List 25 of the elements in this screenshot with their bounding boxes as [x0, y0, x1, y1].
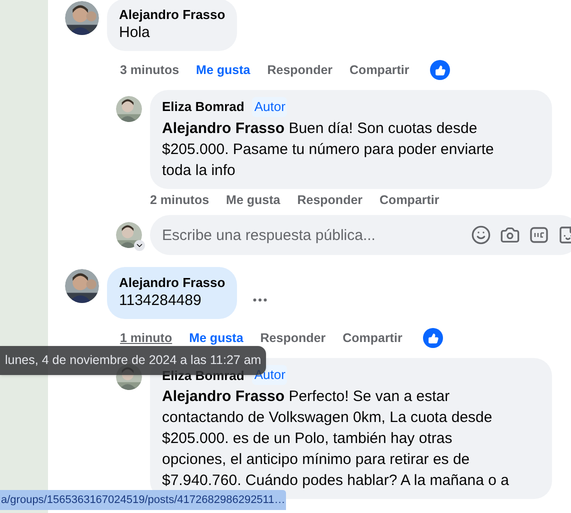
reply-link[interactable]: Responder	[267, 60, 333, 80]
author-name[interactable]: Alejandro Frasso	[119, 274, 226, 292]
camera-icon[interactable]	[500, 225, 520, 246]
author-name[interactable]: Eliza Bomrad	[162, 98, 244, 116]
chevron-down-icon[interactable]	[134, 240, 145, 252]
reply-text: Alejandro Frasso Buen día! Son cuotas desde $205.000. Pasame tu número para poder enviarte toda la info	[162, 118, 495, 180]
author-badge: Autor	[252, 97, 288, 116]
time-link[interactable]: 2 minutos	[150, 190, 210, 210]
comment-text: 1134284489	[119, 291, 202, 312]
share-link[interactable]: Compartir	[350, 60, 410, 80]
like-link[interactable]: Me gusta	[226, 190, 280, 210]
emoji-icon[interactable]	[471, 225, 491, 246]
time-link[interactable]: 1 minuto	[120, 328, 172, 348]
reply-link[interactable]: Responder	[260, 328, 326, 348]
author-name[interactable]: Alejandro Frasso	[119, 6, 226, 23]
like-link[interactable]: Me gusta	[196, 60, 250, 80]
reply-link[interactable]: Responder	[297, 190, 363, 210]
time-link[interactable]: 3 minutos	[120, 60, 180, 80]
share-link[interactable]: Compartir	[380, 190, 440, 210]
reply-input-field[interactable]: Escribe una respuesta pública...	[150, 215, 571, 256]
comment-text: Hola	[119, 23, 151, 43]
reply-text: Alejandro Frasso Perfecto! Se van a estar contactando de Volkswagen 0km, La cuota desde $205.000. es de un Polo, también hay otras opciones, el anticipo mínimo para retirar es de $7.940.760. Cuándo podes hablar? A la mañana o a	[162, 386, 510, 491]
status-bar-url: a/groups/1565363167024519/posts/4172682986292511…	[0, 490, 286, 510]
like-link[interactable]: Me gusta	[189, 328, 244, 348]
share-link[interactable]: Compartir	[342, 328, 402, 348]
